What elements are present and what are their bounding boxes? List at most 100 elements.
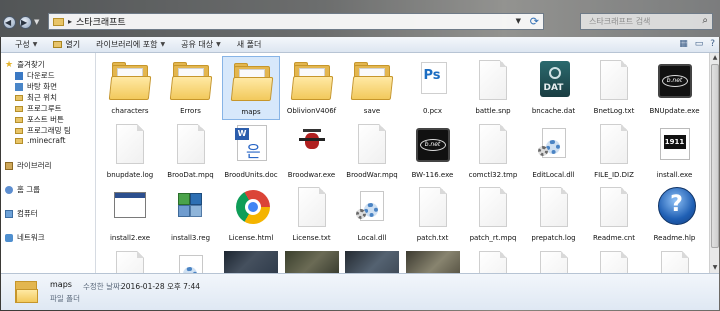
file-item[interactable]: ? Readme.hlp — [646, 183, 704, 247]
recent-pages-dropdown[interactable]: ▼ — [34, 16, 42, 29]
file-name: save — [363, 107, 381, 115]
folder-icon — [15, 137, 23, 144]
file-item[interactable]: maps — [222, 56, 280, 120]
file-item[interactable] — [585, 247, 643, 273]
file-item[interactable]: EditLocal.dll — [525, 120, 583, 184]
file-item[interactable] — [162, 247, 220, 273]
file-item[interactable] — [222, 247, 280, 273]
file-item[interactable]: save — [343, 56, 401, 120]
file-item[interactable]: bnupdate.log — [101, 120, 159, 184]
recent-places-icon — [15, 94, 23, 101]
file-item[interactable]: 1911 install.exe — [646, 120, 704, 184]
file-item[interactable]: battle.snp — [464, 56, 522, 120]
photoshop-icon: Ps — [411, 59, 455, 103]
file-item[interactable]: patch_rt.mpq — [464, 183, 522, 247]
nav-post-version[interactable]: 포스트 버튼 — [15, 114, 64, 125]
nav-desktop[interactable]: 바탕 화면 — [15, 81, 57, 92]
document-icon — [592, 186, 636, 230]
breadcrumb[interactable]: 스타크래프트 — [76, 15, 126, 28]
file-item[interactable]: BnetLog.txt — [585, 56, 643, 120]
vertical-scrollbar[interactable]: ▲ ▼ — [709, 53, 719, 273]
image-thumb-icon — [405, 250, 460, 273]
nav-favorites[interactable]: ★ 즐겨찾기 — [5, 59, 45, 70]
chrome-icon — [229, 186, 273, 230]
help-icon: ? — [653, 186, 697, 230]
include-library-button[interactable]: 라이브러리에 포함 ▼ — [96, 39, 165, 50]
file-item[interactable]: b.net BNUpdate.exe — [646, 56, 704, 120]
homegroup-icon — [5, 185, 13, 194]
nav-label: 프로그래밍 팀 — [27, 126, 71, 135]
nav-programming[interactable]: 프로그래밍 팀 — [15, 125, 71, 136]
nav-downloads[interactable]: 다운로드 — [15, 70, 55, 81]
search-input[interactable]: 스타크래프트 검색 ⌕ — [580, 13, 713, 30]
file-item[interactable]: BroodWar.mpq — [343, 120, 401, 184]
file-item[interactable]: Ps 0.pcx — [404, 56, 462, 120]
nav-recent[interactable]: 최근 위치 — [15, 92, 57, 103]
file-item[interactable]: install2.exe — [101, 183, 159, 247]
address-bar[interactable]: ▸ 스타크래프트 ▼ ⟳ — [48, 13, 544, 30]
file-item[interactable]: Broodwar.exe — [283, 120, 341, 184]
details-modified-value: 2016-01-28 오후 7:44 — [121, 282, 200, 291]
file-name: Errors — [180, 107, 201, 115]
nav-computer[interactable]: 컴퓨터 — [5, 208, 38, 219]
file-item[interactable]: comctl32.tmp — [464, 120, 522, 184]
file-item[interactable]: Local.dll — [343, 183, 401, 247]
document-icon — [532, 186, 576, 230]
file-item[interactable]: FILE_ID.DIZ — [585, 120, 643, 184]
file-item[interactable]: characters — [101, 56, 159, 120]
view-options-icon[interactable]: ▦ — [679, 39, 688, 49]
open-button[interactable]: 열기 — [53, 39, 80, 50]
file-item[interactable]: W 은 BroodUnits.doc — [222, 120, 280, 184]
file-item[interactable] — [283, 247, 341, 273]
file-item[interactable]: DAT bncache.dat — [525, 56, 583, 120]
folder-icon — [15, 105, 23, 112]
file-item[interactable] — [464, 247, 522, 273]
document-icon — [350, 123, 394, 167]
share-button[interactable]: 공유 대상 ▼ — [181, 39, 221, 50]
organize-button[interactable]: 구성 ▼ — [15, 39, 37, 50]
forward-button[interactable]: ▶ — [19, 15, 32, 29]
scrollbar-thumb[interactable] — [711, 64, 719, 248]
back-button[interactable]: ◀ — [3, 15, 16, 29]
search-icon[interactable]: ⌕ — [702, 15, 708, 26]
document-icon — [592, 250, 636, 273]
nav-homegroup[interactable]: 홈 그룹 — [5, 184, 40, 195]
file-name: EditLocal.dll — [532, 170, 575, 179]
nav-label: 포스트 버튼 — [27, 115, 64, 124]
refresh-icon[interactable]: ⟳ — [530, 15, 539, 28]
nav-libraries[interactable]: 라이브러리 — [5, 160, 52, 171]
nav-label: 네트워크 — [17, 233, 45, 242]
file-item[interactable] — [404, 247, 462, 273]
file-item[interactable] — [343, 247, 401, 273]
scroll-down-icon[interactable]: ▼ — [710, 263, 720, 273]
nav-label: 다운로드 — [27, 71, 55, 80]
library-icon — [5, 161, 13, 170]
nav-program-root[interactable]: 프로그루트 — [15, 103, 62, 114]
file-item[interactable]: License.html — [222, 183, 280, 247]
nav-network[interactable]: 네트워크 — [5, 232, 45, 243]
dat-file-icon: DAT — [532, 59, 576, 103]
file-item[interactable]: prepatch.log — [525, 183, 583, 247]
scroll-up-icon[interactable]: ▲ — [710, 53, 720, 63]
file-item[interactable]: Readme.cnt — [585, 183, 643, 247]
address-dropdown-icon[interactable]: ▼ — [516, 17, 521, 25]
file-item[interactable] — [101, 247, 159, 273]
preview-pane-icon[interactable]: ▭ — [695, 39, 704, 49]
new-folder-button[interactable]: 새 폴더 — [237, 39, 262, 50]
nav-minecraft[interactable]: .minecraft — [15, 136, 65, 145]
window-exe-icon — [108, 186, 152, 230]
file-item[interactable] — [646, 247, 704, 273]
file-name: BroodWar.mpq — [346, 170, 398, 179]
breadcrumb-separator-icon[interactable]: ▸ — [68, 17, 72, 26]
file-item[interactable]: patch.txt — [404, 183, 462, 247]
nav-label: 최근 위치 — [27, 93, 57, 102]
file-item[interactable] — [525, 247, 583, 273]
file-item[interactable]: install3.reg — [162, 183, 220, 247]
file-item[interactable]: OblivionV406f — [283, 56, 341, 120]
file-item[interactable]: License.txt — [283, 183, 341, 247]
file-item[interactable]: BrooDat.mpq — [162, 120, 220, 184]
file-item[interactable]: Errors — [162, 56, 220, 120]
help-icon[interactable]: ? — [710, 39, 715, 49]
downloads-icon — [15, 71, 23, 80]
file-item[interactable]: b.net BW-116.exe — [404, 120, 462, 184]
